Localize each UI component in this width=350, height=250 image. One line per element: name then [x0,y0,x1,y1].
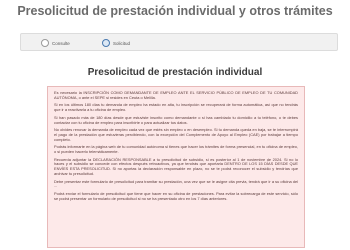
step-consulte[interactable]: Consulte [41,37,70,49]
page-header-title: Presolicitud de prestación individual y … [17,4,333,18]
notice-paragraph: Si en los últimos 180 días tu demanda de… [54,102,298,113]
notice-box: Es necesario la INSCRIPCIÓN COMO DEMANDA… [47,86,305,248]
notice-paragraph: Podrá enviar el formulario de presolicit… [54,190,298,201]
progress-steps: Consulte Solicitud [20,33,338,51]
notice-paragraph: Es necesario la INSCRIPCIÓN COMO DEMANDA… [54,90,298,100]
page-title: Presolicitud de prestación individual [87,67,263,78]
notice-paragraph: No olvides renovar la demanda de empleo … [54,127,298,142]
notice-paragraph: Si han pasado más de 180 días desde que … [54,114,298,125]
step-label: Consulte [52,40,70,46]
notice-paragraph: Recuerda adjuntar la DECLARACIÓN RESPONS… [54,156,298,176]
notice-paragraph: Podrás informarte en la página web de tu… [54,144,298,155]
step-circle-icon [41,39,49,47]
step-circle-icon [102,39,110,47]
step-label: Solicitud [113,40,131,46]
step-solicitud[interactable]: Solicitud [102,37,130,49]
notice-paragraph: Debe presentar este formulario de presol… [54,178,298,189]
